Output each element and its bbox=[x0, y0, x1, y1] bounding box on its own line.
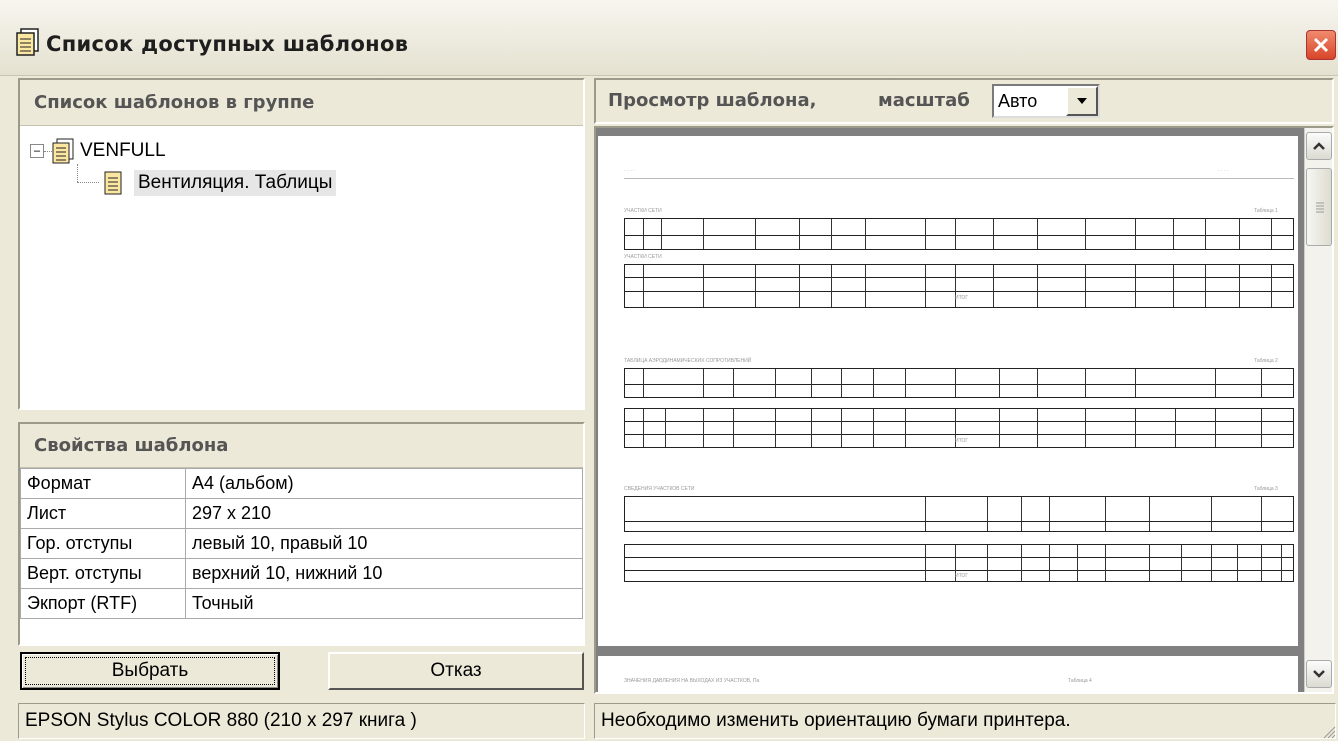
tree-root-label: VENFULL bbox=[80, 140, 166, 161]
printer-status: EPSON Stylus COLOR 880 (210 x 297 книга … bbox=[18, 703, 585, 739]
preview-table bbox=[624, 368, 1294, 398]
tree-node-template[interactable]: Вентиляция. Таблицы bbox=[102, 170, 337, 196]
property-row: Экпорт (RTF) Точный bbox=[20, 588, 583, 619]
template-list-heading: Список шаблонов в группе bbox=[20, 80, 583, 126]
properties-heading: Свойства шаблона bbox=[20, 424, 583, 468]
section-title: СВЕДЕНИЯ УЧАСТКОВ СЕТИ bbox=[624, 486, 695, 492]
chevron-up-icon bbox=[1313, 142, 1325, 150]
property-row: Гор. отступы левый 10, правый 10 bbox=[20, 528, 583, 559]
section-title-continued: УЧАСТКИ СЕТИ bbox=[624, 254, 662, 260]
chevron-down-icon[interactable] bbox=[1066, 86, 1098, 116]
template-list-panel: Список шаблонов в группе − VENFULL Венти… bbox=[18, 78, 585, 410]
property-row: Верт. отступы верхний 10, нижний 10 bbox=[20, 558, 583, 589]
preview-table: ИТОГ bbox=[624, 408, 1294, 448]
total-label: ИТОГ bbox=[955, 573, 969, 579]
preview-scrollbar[interactable] bbox=[1304, 128, 1332, 692]
preview-table bbox=[624, 218, 1294, 250]
scroll-down-button[interactable] bbox=[1306, 660, 1332, 688]
property-value: A4 (альбом) bbox=[185, 468, 583, 499]
scale-select[interactable]: Авто bbox=[992, 84, 1100, 118]
tree-template-label: Вентиляция. Таблицы bbox=[134, 170, 337, 196]
property-key: Верт. отступы bbox=[20, 558, 186, 589]
select-button[interactable]: Выбрать bbox=[20, 652, 280, 690]
total-label: ИТОГ bbox=[955, 438, 969, 444]
property-key: Экпорт (RTF) bbox=[20, 588, 186, 619]
property-key: Лист bbox=[20, 498, 186, 529]
table-caption: Таблица 1 bbox=[1254, 208, 1278, 214]
scale-value: Авто bbox=[998, 91, 1038, 111]
property-row: Лист 297 x 210 bbox=[20, 498, 583, 529]
table-caption: Таблица 3 bbox=[1254, 486, 1278, 492]
section-title: ЗНАЧЕНИЯ ДАВЛЕНИЯ НА ВЫХОДАХ ИЗ УЧАСТКОВ… bbox=[624, 678, 760, 684]
table-caption: Таблица 2 bbox=[1254, 358, 1278, 364]
property-key: Формат bbox=[20, 468, 186, 499]
property-value: Точный bbox=[185, 588, 583, 619]
preview-page-2: ЗНАЧЕНИЯ ДАВЛЕНИЯ НА ВЫХОДАХ ИЗ УЧАСТКОВ… bbox=[598, 656, 1298, 692]
section-title: ТАБЛИЦА АЭРОДИНАМИЧЕСКИХ СОПРОТИВЛЕНИЙ bbox=[624, 358, 752, 364]
title-bar: Список доступных шаблонов bbox=[0, 0, 1338, 76]
template-preview: · · · · · · · · УЧАСТКИ СЕТИ Таблица 1 У… bbox=[594, 126, 1334, 694]
chevron-down-icon bbox=[1313, 670, 1325, 678]
property-value: верхний 10, нижний 10 bbox=[185, 558, 583, 589]
preview-page: · · · · · · · · УЧАСТКИ СЕТИ Таблица 1 У… bbox=[598, 136, 1298, 646]
scroll-up-button[interactable] bbox=[1306, 132, 1332, 160]
scroll-thumb[interactable] bbox=[1306, 168, 1332, 246]
collapse-icon[interactable]: − bbox=[30, 144, 44, 158]
property-row: Формат A4 (альбом) bbox=[20, 468, 583, 499]
section-title: УЧАСТКИ СЕТИ bbox=[624, 208, 662, 214]
template-properties-panel: Свойства шаблона Формат A4 (альбом) Лист 2… bbox=[18, 422, 585, 646]
preview-table: ИТОГ bbox=[624, 544, 1294, 582]
property-value: 297 x 210 bbox=[185, 498, 583, 529]
close-icon bbox=[1313, 37, 1329, 53]
scale-label: масштаб bbox=[878, 90, 970, 111]
table-caption: Таблица 4 bbox=[1068, 678, 1092, 684]
close-button[interactable] bbox=[1306, 30, 1336, 60]
tree-node-root[interactable]: − VENFULL bbox=[30, 138, 166, 164]
properties-table: Формат A4 (альбом) Лист 297 x 210 Гор. отс… bbox=[20, 468, 583, 619]
preview-table bbox=[624, 496, 1294, 532]
orientation-message: Необходимо изменить ориентацию бумаги пр… bbox=[594, 703, 1336, 739]
resize-grip-icon[interactable] bbox=[1322, 725, 1336, 739]
preview-table: ИТОГ bbox=[624, 264, 1294, 308]
property-value: левый 10, правый 10 bbox=[185, 528, 583, 559]
template-list-icon bbox=[16, 28, 39, 56]
group-icon bbox=[52, 138, 74, 164]
cancel-button[interactable]: Отказ bbox=[328, 652, 584, 690]
window-title: Список доступных шаблонов bbox=[46, 32, 409, 56]
template-icon bbox=[104, 171, 122, 195]
preview-heading: Просмотр шаблона, bbox=[608, 90, 817, 111]
preview-header: Просмотр шаблона, масштаб Авто bbox=[594, 78, 1334, 124]
total-label: ИТОГ bbox=[955, 295, 969, 301]
property-key: Гор. отступы bbox=[20, 528, 186, 559]
